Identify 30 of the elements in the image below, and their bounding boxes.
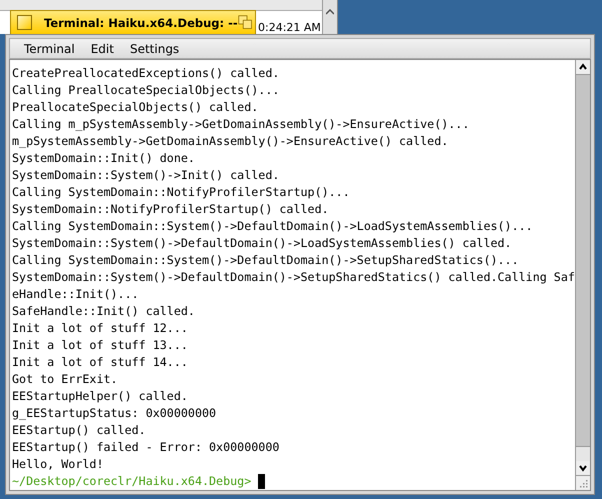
menu-item[interactable]: Edit [82,42,122,56]
output-line: EEStartup() called. [12,422,147,439]
output-line: PreallocateSpecialObjects() called. [12,99,260,116]
output-line: Init a lot of stuff 12... [12,320,189,337]
output-line: SystemDomain::System()->Init() called. [12,167,280,184]
output-line: SafeHandle::Init() called. [12,303,196,320]
output-line: Init a lot of stuff 14... [12,354,189,371]
menu-item[interactable]: Settings [122,42,188,56]
shell-prompt: ~/Desktop/coreclr/Haiku.x64.Debug> [12,473,252,490]
window-title: Terminal: Haiku.x64.Debug: -- [44,16,238,30]
date-cell: 0:24:21 AM [258,21,321,34]
output-line: Calling SystemDomain::System()->DefaultDomain()->LoadSystemAssemblies()... [12,218,534,235]
output-line: SystemDomain::NotifyProfilerStartup() called. [12,201,330,218]
output-line: Init a lot of stuff 13... [12,337,189,354]
output-line: CreatePreallocatedExceptions() called. [12,65,280,82]
output-line: SystemDomain::System()->DefaultDomain()->SetupSharedStatics() called.Calling Saf [12,269,575,286]
output-line: EEStartup() failed - Error: 0x00000000 [12,439,280,456]
output-line: Calling PreallocateSpecialObjects()... [12,82,280,99]
output-line: SystemDomain::Init() done. [12,150,196,167]
output-line: m_pSystemAssembly->GetDomainAssembly()->EnsureActive() called. [12,133,450,150]
output-line: EEStartupHelper() called. [12,388,189,405]
output-line: Got to ErrExit. [12,371,119,388]
output-line: Calling SystemDomain::NotifyProfilerStartup()... [12,184,351,201]
output-line: SystemDomain::System()->DefaultDomain()->LoadSystemAssemblies() called. [12,235,513,252]
output-line: Calling m_pSystemAssembly->GetDomainAssembly()->EnsureActive()... [12,116,470,133]
output-line: Hello, World! [12,456,104,473]
menu-item[interactable]: Terminal [16,42,83,56]
output-line: eHandle::Init()... [12,286,140,303]
output-line: Calling SystemDomain::System()->DefaultDomain()->SetupSharedStatics()... [12,252,520,269]
output-line: g_EEStartupStatus: 0x00000000 [12,405,218,422]
